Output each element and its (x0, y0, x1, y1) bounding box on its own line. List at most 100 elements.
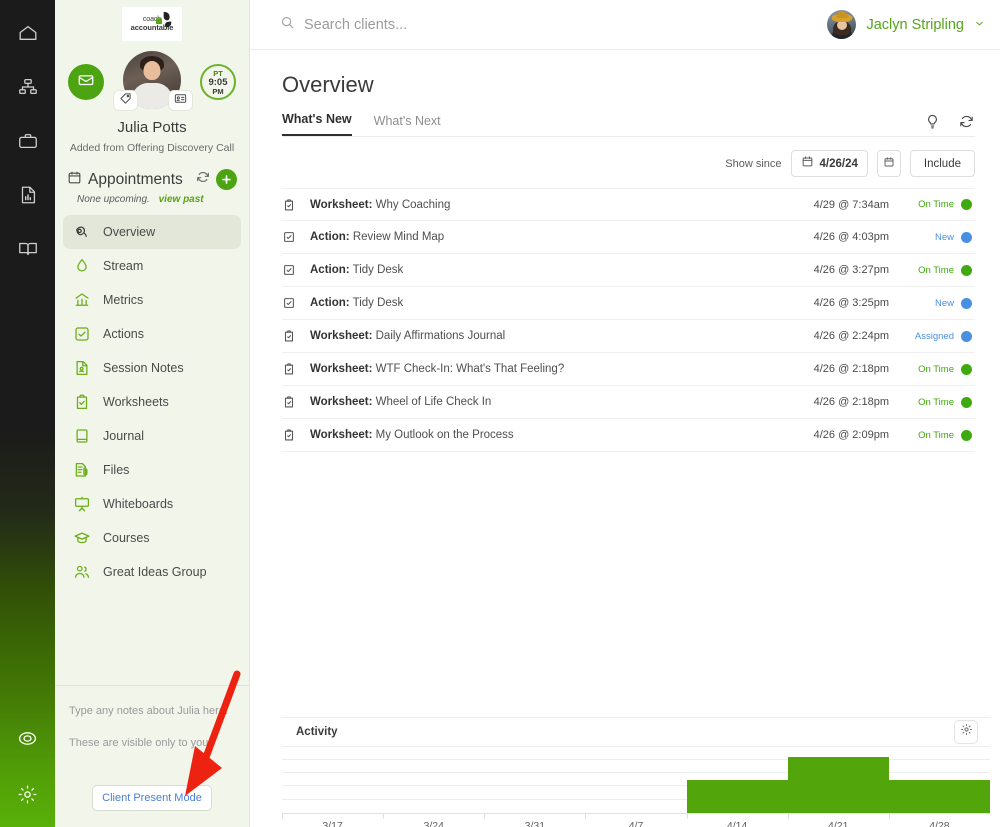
tick-label: 4/7 (628, 820, 644, 827)
bar-cell (282, 746, 383, 813)
status-dot-icon (961, 297, 972, 309)
sidebar-item-stream[interactable]: Stream (63, 249, 241, 283)
table-row[interactable]: Action: Tidy Desk 4/26 @ 3:27pm On Time (282, 254, 975, 287)
tick-label: 4/14 (726, 820, 748, 827)
row-title: Daily Affirmations Journal (375, 330, 506, 342)
main-panel: Search clients... Jaclyn Stripling Overv… (250, 0, 1000, 827)
refresh-appointments-icon[interactable] (195, 169, 211, 190)
activity-title: Activity (296, 726, 338, 738)
rail-item-teams[interactable] (6, 68, 50, 106)
whiteboards-icon (73, 495, 91, 513)
rail-item-reports[interactable] (6, 176, 50, 214)
tab-whats-new[interactable]: What's New (282, 112, 352, 136)
tab-bar: What's New What's Next (282, 112, 975, 137)
rail-item-business[interactable] (6, 122, 50, 160)
row-timestamp: 4/26 @ 2:09pm (813, 429, 889, 441)
sidebar-item-label: Stream (103, 259, 144, 273)
rail-item-support[interactable] (6, 719, 50, 757)
home-icon (17, 22, 39, 44)
tab-whats-next[interactable]: What's Next (374, 114, 441, 136)
table-row[interactable]: Action: Review Mind Map 4/26 @ 4:03pm Ne… (282, 221, 975, 254)
action-icon (282, 296, 310, 310)
appointments-title: Appointments (88, 170, 183, 188)
open-calendar-button[interactable] (876, 150, 901, 177)
bar[interactable] (686, 779, 788, 813)
include-button[interactable]: Include (909, 150, 975, 177)
sidebar-item-label: Worksheets (103, 395, 169, 409)
rail-item-home[interactable] (6, 14, 50, 52)
tick-label: 4/28 (929, 820, 950, 827)
date-since-input[interactable]: 4/26/24 (790, 150, 868, 177)
calendar-icon (883, 155, 895, 173)
rail-item-library[interactable] (6, 230, 50, 268)
tick-label: 3/31 (524, 820, 546, 827)
add-appointment-button[interactable] (216, 169, 237, 190)
tick: 3/24 (383, 813, 484, 827)
sidebar-item-worksheets[interactable]: Worksheets (63, 385, 241, 419)
row-title: Why Coaching (375, 198, 451, 211)
lightbulb-icon[interactable] (924, 113, 941, 130)
gear-icon (17, 784, 38, 805)
sidebar-item-journal[interactable]: Journal (63, 419, 241, 453)
client-present-mode-button[interactable]: Client Present Mode (92, 785, 212, 811)
sidebar-item-actions[interactable]: Actions (63, 317, 241, 351)
refresh-icon[interactable] (958, 113, 975, 130)
tick: 4/21 (787, 813, 889, 827)
gear-icon (960, 723, 973, 741)
sidebar-item-whiteboards[interactable]: Whiteboards (63, 487, 241, 521)
client-id-card-button[interactable] (169, 91, 192, 110)
date-since-value: 4/26/24 (819, 157, 858, 170)
notes-placeholder-line-1[interactable]: Type any notes about Julia here. (69, 704, 235, 719)
sidebar-item-metrics[interactable]: Metrics (63, 283, 241, 317)
id-card-icon (174, 92, 187, 110)
client-tags-button[interactable] (114, 91, 137, 110)
table-row[interactable]: Worksheet: WTF Check-In: What's That Fee… (282, 353, 975, 386)
row-title: Tidy Desk (352, 297, 404, 309)
sidebar-item-session-notes[interactable]: Session Notes (63, 351, 241, 385)
sidebar-item-courses[interactable]: Courses (63, 521, 241, 555)
tag-icon (119, 92, 132, 110)
appointments-section: Appointments None upcoming. view past (55, 169, 249, 205)
activity-settings-button[interactable] (954, 720, 978, 744)
table-row[interactable]: Worksheet: Daily Affirmations Journal 4/… (282, 320, 975, 353)
row-type: Action: (310, 264, 350, 276)
search-input[interactable]: Search clients... (280, 15, 407, 35)
filter-bar: Show since 4/26/24 Include (282, 150, 975, 177)
table-row[interactable]: Worksheet: Wheel of Life Check In 4/26 @… (282, 386, 975, 419)
user-menu[interactable]: Jaclyn Stripling (827, 10, 985, 39)
rail-item-settings[interactable] (6, 775, 50, 813)
row-title: Tidy Desk (352, 264, 404, 276)
report-icon (17, 184, 39, 206)
client-profile: PT 9:05 PM (55, 51, 249, 113)
sidebar-item-overview[interactable]: Overview (63, 215, 241, 249)
courses-icon (73, 529, 91, 547)
brand-logo[interactable]: coach accountable (55, 0, 249, 41)
sidebar-item-great-ideas-group[interactable]: Great Ideas Group (63, 555, 241, 589)
message-client-button[interactable] (68, 64, 104, 100)
action-icon (282, 263, 310, 277)
org-chart-icon (17, 76, 39, 98)
status-badge: Assigned (914, 330, 954, 342)
tick: 3/17 (282, 813, 383, 827)
app-root: coach accountable PT 9:05 PM Julia Potts… (0, 0, 1000, 827)
tick: 4/28 (888, 813, 990, 827)
files-icon (73, 461, 91, 479)
table-row[interactable]: Worksheet: My Outlook on the Process 4/2… (282, 419, 975, 452)
worksheet-icon (282, 428, 310, 442)
view-past-link[interactable]: view past (159, 194, 204, 205)
time-meridiem: PM (212, 86, 224, 96)
table-row[interactable]: Worksheet: Why Coaching 4/29 @ 7:34am On… (282, 188, 975, 221)
row-timestamp: 4/26 @ 2:24pm (813, 330, 889, 342)
row-type: Action: (310, 231, 350, 243)
table-row[interactable]: Action: Tidy Desk 4/26 @ 3:25pm New (282, 287, 975, 320)
worksheets-icon (73, 393, 91, 411)
sidebar-item-label: Whiteboards (103, 497, 174, 511)
rail-bottom-group (0, 719, 55, 813)
chart-x-ticks: 3/17 3/24 3/31 4/7 4/14 4/21 4/28 (282, 813, 990, 827)
bar[interactable] (787, 757, 889, 813)
status-badge: On Time (918, 396, 954, 408)
top-bar: Search clients... Jaclyn Stripling (250, 0, 1000, 50)
status-dot-icon (961, 264, 972, 276)
bar[interactable] (888, 779, 990, 813)
sidebar-item-files[interactable]: Files (63, 453, 241, 487)
